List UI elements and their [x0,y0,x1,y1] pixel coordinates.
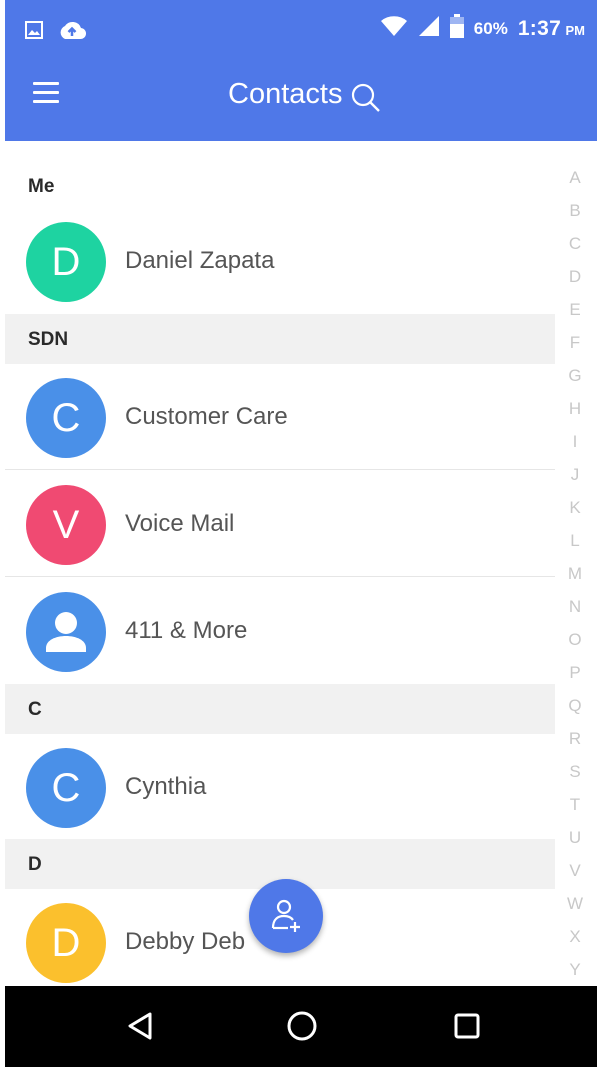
index-letter-k[interactable]: K [563,498,587,518]
index-letter-m[interactable]: M [563,564,587,584]
app-bar: Contacts [5,62,597,141]
index-letter-t[interactable]: T [563,795,587,815]
contact-name: Daniel Zapata [125,247,275,274]
clock: 1:37 PM [518,17,585,41]
hamburger-menu-icon[interactable] [33,82,59,104]
image-icon [25,21,43,44]
system-nav-bar [5,986,597,1067]
index-letter-h[interactable]: H [563,399,587,419]
index-letter-r[interactable]: R [563,729,587,749]
index-letter-p[interactable]: P [563,663,587,683]
page-title: Contacts [228,78,343,110]
contact-name: Customer Care [125,403,288,430]
index-letter-a[interactable]: A [563,168,587,188]
add-contact-button[interactable] [249,879,323,953]
avatar: V [26,485,106,565]
index-letter-f[interactable]: F [563,333,587,353]
index-letter-l[interactable]: L [563,531,587,551]
index-letter-j[interactable]: J [563,465,587,485]
cloud-upload-icon [57,20,87,45]
app-header: 60% 1:37 PM Contacts [5,0,597,141]
add-contact-icon [271,899,300,932]
avatar: C [26,378,106,458]
contact-row-cynthia[interactable]: C Cynthia [5,734,555,840]
section-header-me: Me [5,164,555,208]
section-header-c: C [5,684,555,734]
wifi-icon [380,15,408,42]
index-letter-c[interactable]: C [563,234,587,254]
index-letter-s[interactable]: S [563,762,587,782]
avatar [26,592,106,672]
avatar: D [26,903,106,983]
index-letter-e[interactable]: E [563,300,587,320]
search-icon[interactable] [350,82,382,114]
index-letter-w[interactable]: W [563,894,587,914]
contact-name: Cynthia [125,773,207,800]
contact-name: Debby Deb [125,928,246,955]
status-bar: 60% 1:37 PM [5,0,597,62]
clock-time: 1:37 [517,16,562,40]
back-icon[interactable] [122,1008,158,1044]
clock-ampm: PM [565,22,586,38]
index-letter-g[interactable]: G [563,366,587,386]
contact-name: 411 & More [125,617,248,644]
contact-row-voice-mail[interactable]: V Voice Mail [5,471,555,577]
index-letter-v[interactable]: V [563,861,587,881]
contact-row-411-more[interactable]: 411 & More [5,578,555,684]
contact-row-customer-care[interactable]: C Customer Care [5,364,555,470]
home-icon[interactable] [284,1008,320,1044]
index-letter-u[interactable]: U [563,828,587,848]
index-letter-d[interactable]: D [563,267,587,287]
contact-name: Voice Mail [125,510,235,537]
section-header-sdn: SDN [5,314,555,364]
avatar: C [26,748,106,828]
index-letter-i[interactable]: I [563,432,587,452]
index-letter-q[interactable]: Q [563,696,587,716]
recents-icon[interactable] [449,1008,485,1044]
contact-row-daniel-zapata[interactable]: D Daniel Zapata [5,208,555,314]
signal-icon [418,15,440,42]
index-letter-b[interactable]: B [563,201,587,221]
battery-percent: 60% [473,18,508,38]
battery-icon [449,14,464,43]
avatar: D [26,222,106,302]
index-letter-n[interactable]: N [563,597,587,617]
index-letter-y[interactable]: Y [563,960,587,980]
index-letter-o[interactable]: O [563,630,587,650]
index-letter-x[interactable]: X [563,927,587,947]
person-icon [46,612,86,652]
